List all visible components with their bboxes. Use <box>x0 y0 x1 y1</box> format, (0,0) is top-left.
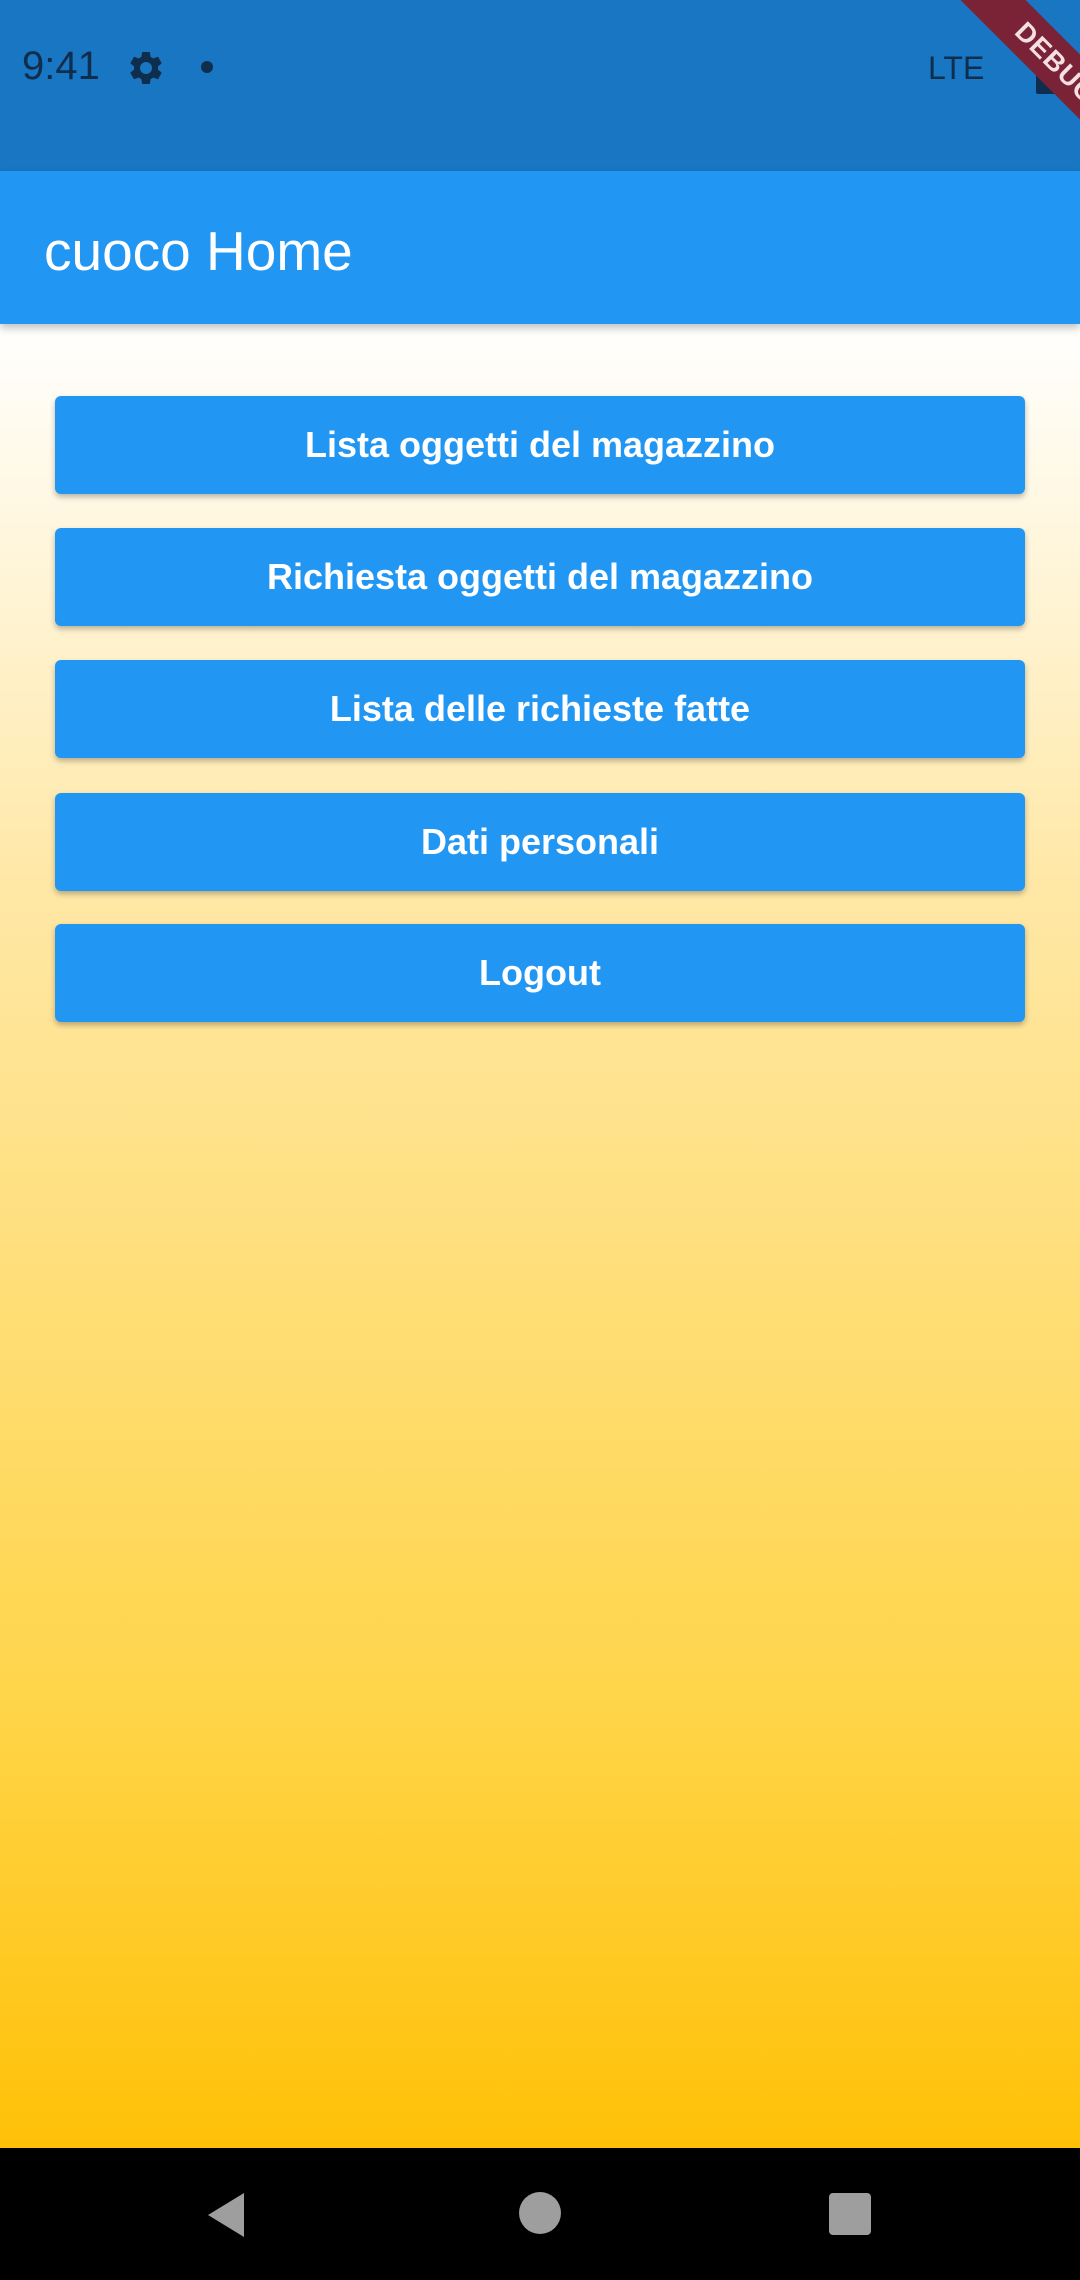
app-bar: cuoco Home <box>0 171 1080 324</box>
warehouse-items-request-button[interactable]: Richiesta oggetti del magazzino <box>55 528 1025 626</box>
battery-icon <box>1036 50 1062 94</box>
back-icon[interactable] <box>204 2191 250 2239</box>
gear-icon <box>130 51 162 84</box>
home-icon[interactable] <box>519 2192 561 2234</box>
warehouse-items-list-button[interactable]: Lista oggetti del magazzino <box>55 396 1025 494</box>
status-bar: 9:41 LTE <box>0 0 1080 171</box>
notification-dot-icon <box>201 61 213 73</box>
screen: 9:41 LTE DEBUG cuoco Home Lista oggetti … <box>0 0 1080 2280</box>
page-title: cuoco Home <box>44 220 353 282</box>
main-content: Lista oggetti del magazzino Richiesta og… <box>0 324 1080 2148</box>
network-type-label: LTE <box>928 50 985 86</box>
status-time: 9:41 <box>22 44 100 88</box>
navigation-bar <box>0 2148 1080 2280</box>
requests-made-list-button[interactable]: Lista delle richieste fatte <box>55 660 1025 758</box>
logout-button[interactable]: Logout <box>55 924 1025 1022</box>
personal-data-button[interactable]: Dati personali <box>55 793 1025 891</box>
recent-apps-icon[interactable] <box>829 2193 871 2235</box>
